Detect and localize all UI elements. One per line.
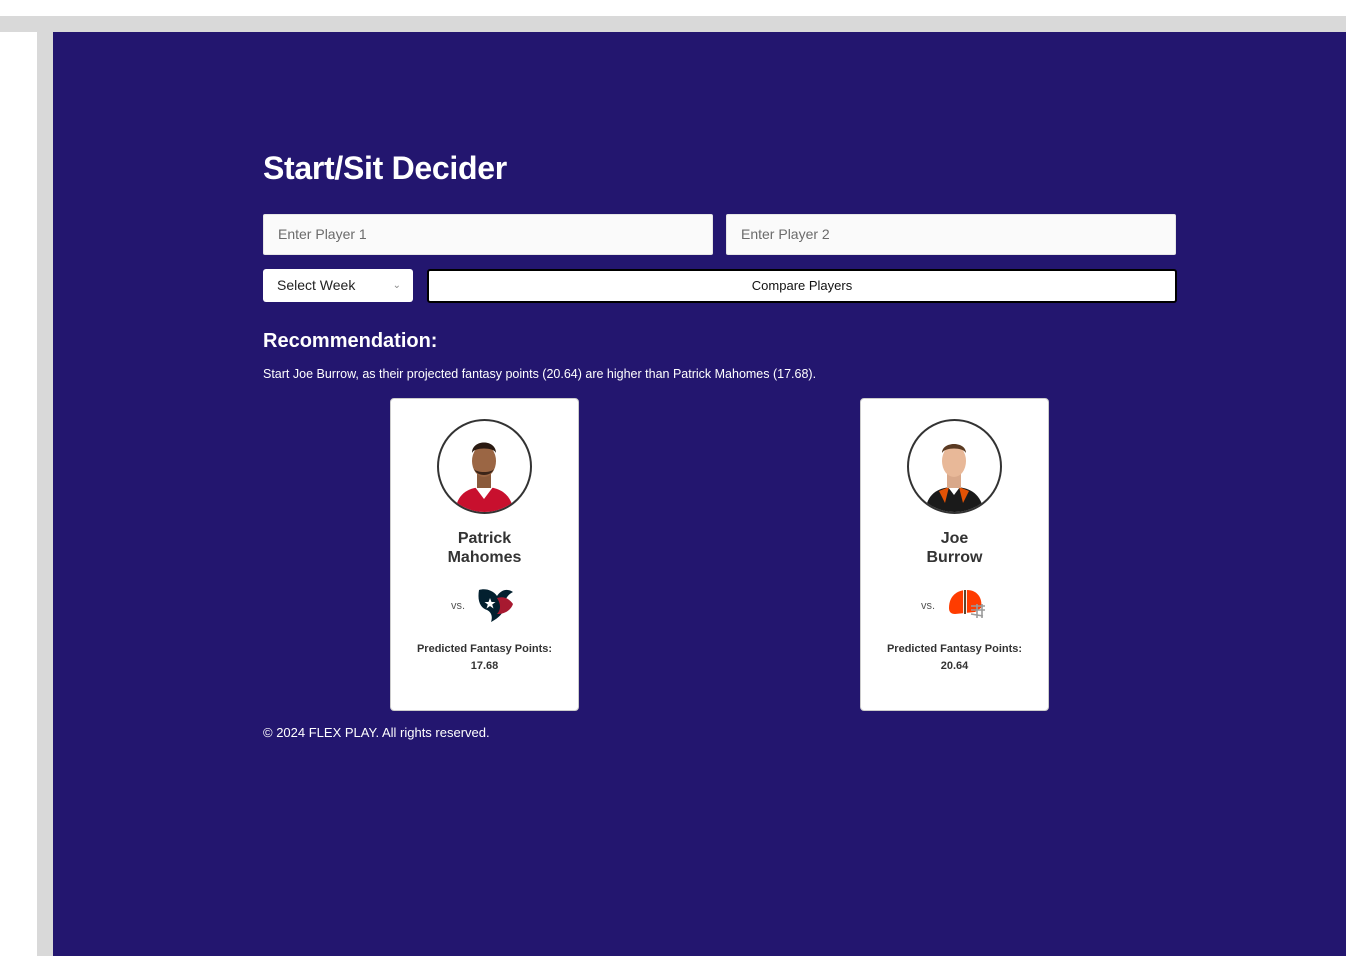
player-name: Patrick Mahomes: [391, 529, 578, 567]
window-frame-top: [0, 16, 1346, 32]
player-last-name: Burrow: [926, 549, 983, 566]
window-frame-left: [37, 16, 53, 956]
footer-copyright: © 2024 FLEX PLAY. All rights reserved.: [263, 725, 490, 740]
player-card: Joe Burrow vs. Predicted Fantasy Points:…: [860, 398, 1049, 711]
player-headshot-icon: [925, 444, 984, 512]
player-avatar: [437, 419, 532, 514]
chevron-down-icon: ⌄: [392, 280, 401, 291]
player-name: Joe Burrow: [861, 529, 1048, 567]
predicted-points-label: Predicted Fantasy Points:: [416, 643, 553, 655]
player-first-name: Joe: [940, 530, 969, 547]
texans-logo-icon: [478, 589, 513, 622]
vs-label: vs.: [451, 600, 466, 612]
player-avatar: [907, 419, 1002, 514]
player1-input[interactable]: Enter Player 1: [263, 214, 713, 255]
compare-players-button[interactable]: Compare Players: [427, 269, 1177, 303]
matchup-row: vs.: [861, 586, 1048, 624]
predicted-points-value: 20.64: [940, 660, 969, 672]
player-card: Patrick Mahomes vs. Predicted Fantasy Po…: [390, 398, 579, 711]
player-headshot-icon: [455, 442, 514, 512]
player-first-name: Patrick: [457, 530, 512, 547]
recommendation-text: Start Joe Burrow, as their projected fan…: [263, 367, 817, 381]
week-select[interactable]: Select Week ⌄: [263, 269, 413, 302]
player2-input[interactable]: Enter Player 2: [726, 214, 1176, 255]
page-title: Start/Sit Decider: [263, 150, 507, 186]
predicted-points-label: Predicted Fantasy Points:: [886, 643, 1023, 655]
player-last-name: Mahomes: [447, 549, 522, 566]
vs-label: vs.: [921, 600, 936, 612]
predicted-points-value: 17.68: [470, 660, 499, 672]
matchup-row: vs.: [391, 586, 578, 624]
app-viewport: Start/Sit Decider Enter Player 1 Enter P…: [53, 32, 1346, 956]
week-select-label: Select Week: [277, 277, 356, 293]
recommendation-heading: Recommendation:: [263, 330, 438, 352]
browns-helmet-icon: [949, 590, 985, 618]
